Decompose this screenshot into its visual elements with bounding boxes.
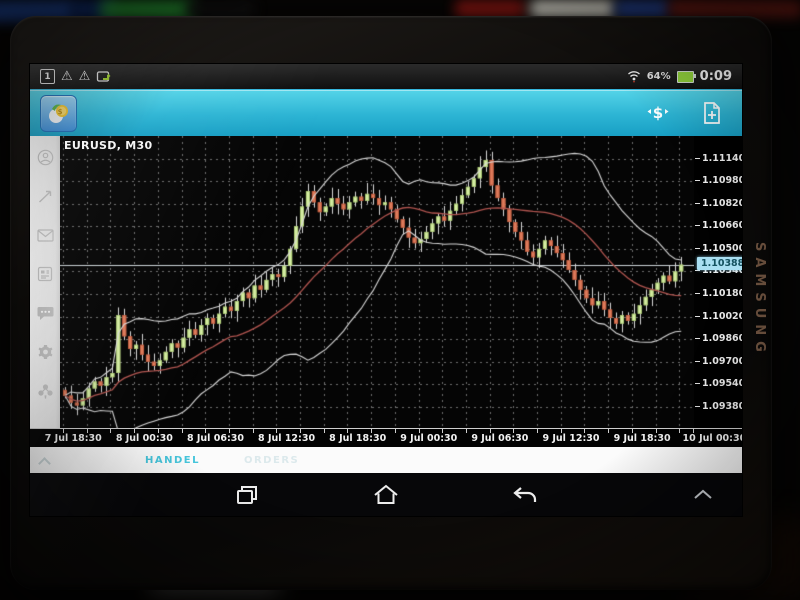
app-bar: $ $ — [30, 90, 742, 136]
time-axis-tick — [608, 429, 609, 433]
screen: 1 ⚠ ⚠ 64% 0:09 — [30, 64, 742, 516]
sidebar-item-quotes[interactable] — [36, 187, 54, 205]
price-axis-label: 1.09860 — [695, 333, 742, 344]
price-chart-canvas[interactable] — [60, 136, 694, 428]
time-axis-label: 8 Jul 12:30 — [258, 433, 315, 444]
price-axis-label: 1.09380 — [695, 401, 742, 412]
time-axis-tick — [324, 429, 325, 433]
samsung-logo: SAMSUNG — [752, 242, 767, 358]
home-icon[interactable] — [364, 477, 408, 513]
price-axis-label: 1.10660 — [695, 220, 742, 231]
time-axis-label: 8 Jul 06:30 — [187, 433, 244, 444]
chart-plot: EURUSD, M30 — [60, 136, 694, 428]
price-axis-label: 1.09700 — [695, 356, 742, 367]
status-bar: 1 ⚠ ⚠ 64% 0:09 — [30, 64, 742, 90]
price-axis-label: 1.10820 — [695, 198, 742, 209]
battery-percent-label: 64% — [647, 71, 671, 82]
sidebar-item-accounts[interactable] — [36, 148, 54, 166]
price-axis-label: 1.10980 — [695, 175, 742, 186]
time-axis-label: 9 Jul 00:30 — [400, 433, 457, 444]
time-axis: 7 Jul 18:30 8 Jul 00:30 8 Jul 06:30 8 Jul 1… — [30, 428, 742, 447]
time-axis-tick — [466, 429, 467, 433]
sidebar-item-news[interactable] — [36, 265, 54, 283]
clock-label: 0:09 — [700, 69, 732, 84]
time-axis-label: 9 Jul 12:30 — [542, 433, 599, 444]
android-nav-bar — [30, 473, 742, 516]
time-axis-tick — [537, 429, 538, 433]
recents-icon[interactable] — [225, 477, 269, 513]
time-axis-label: 8 Jul 18:30 — [329, 433, 386, 444]
price-axis: 1.10388 1.11140 1.10980 1.10820 1.10660 1.10… — [694, 136, 742, 428]
notification-badge: 1 — [40, 69, 55, 84]
time-axis-label: 7 Jul 18:30 — [45, 433, 102, 444]
trade-dollar-icon[interactable]: $ — [638, 93, 678, 133]
metatrader-logo[interactable]: $ — [40, 95, 77, 132]
chart-symbol-label: EURUSD, M30 — [64, 139, 152, 152]
collapse-chevron-icon[interactable] — [40, 456, 49, 465]
price-axis-label: 1.09540 — [695, 378, 742, 389]
price-axis-label: 1.10500 — [695, 243, 742, 254]
time-axis-tick — [395, 429, 396, 433]
time-axis-label: 10 Jul 00:30 — [683, 433, 742, 444]
svg-text:$: $ — [653, 104, 663, 122]
main-area: EURUSD, M30 1.10388 1.11140 1.10980 1.1082… — [30, 136, 742, 428]
sidebar-item-chat[interactable] — [36, 304, 54, 322]
time-axis-tick — [110, 429, 111, 433]
price-axis-label: 1.11140 — [695, 153, 742, 164]
time-axis-tick — [253, 429, 254, 433]
time-axis-label: 8 Jul 00:30 — [116, 433, 173, 444]
chevron-up-icon[interactable] — [688, 481, 718, 507]
sidebar-item-settings[interactable] — [36, 343, 54, 361]
new-order-icon[interactable] — [692, 93, 732, 133]
svg-text:$: $ — [57, 108, 62, 116]
price-axis-label: 1.10020 — [695, 311, 742, 322]
time-axis-tick — [679, 429, 680, 433]
sidebar-item-mail[interactable] — [36, 226, 54, 244]
time-axis-label: 9 Jul 06:30 — [471, 433, 528, 444]
warning-icon: ⚠ — [61, 70, 73, 83]
signal-icon — [627, 70, 641, 83]
warning-icon: ⚠ — [79, 70, 91, 83]
time-axis-tick — [182, 429, 183, 433]
battery-icon — [677, 71, 694, 83]
time-axis-label: 9 Jul 18:30 — [614, 433, 671, 444]
price-axis-label: 1.10180 — [695, 288, 742, 299]
back-icon[interactable] — [503, 477, 547, 513]
current-price-tag: 1.10388 — [697, 257, 742, 270]
sidebar-item-about[interactable] — [36, 382, 54, 400]
tablet-frame: SAMSUNG 1 ⚠ ⚠ — [10, 16, 772, 590]
tab-orders[interactable]: ORDERS — [244, 455, 299, 466]
sidebar-menu — [30, 136, 60, 428]
tab-handel[interactable]: HANDEL — [145, 455, 200, 466]
screenshot-icon — [96, 70, 112, 84]
footer-tab-bar: HANDEL ORDERS — [30, 447, 742, 473]
